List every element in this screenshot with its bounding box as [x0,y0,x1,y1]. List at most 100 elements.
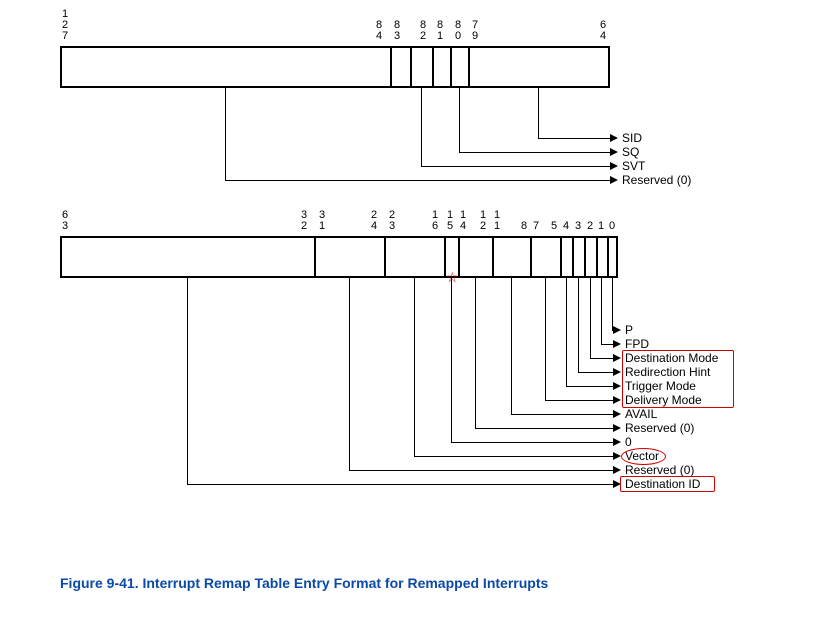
bit-label-82: 8 2 [420,20,426,42]
field-zero: 0 [625,435,632,449]
bit-label-4: 4 [563,221,569,232]
arrow-icon [613,340,621,348]
leader-ures-h [225,180,610,181]
star-icon: ☆ [446,270,459,284]
bit-label-84: 8 4 [376,20,382,42]
bit-label-80: 8 0 [455,20,461,42]
bit-label-31: 3 1 [319,210,325,232]
leader-sid-v [538,88,539,138]
leader-dv-v [545,278,546,400]
arrow-icon [610,148,618,156]
divider-upper-84-83 [390,46,392,88]
field-sq: SQ [622,145,639,159]
leader-tm-v [566,278,567,386]
leader-tm-h [566,386,613,387]
bit-label-64: 6 4 [600,20,606,42]
bit-label-16: 1 6 [432,210,438,232]
leader-svt-v [421,88,422,166]
field-fpd: FPD [625,337,649,351]
bit-label-81: 8 1 [437,20,443,42]
arrow-icon [613,438,621,446]
leader-dm-h [590,358,613,359]
highlight-circle-vector [621,448,666,465]
field-upper-reserved: Reserved (0) [622,173,691,187]
leader-dm-v [590,278,591,358]
leader-av-v [511,278,512,414]
arrow-icon [613,354,621,362]
arrow-icon [610,176,618,184]
divider-12-11 [492,236,494,278]
bit-label-7: 7 [533,221,539,232]
divider-5-4 [560,236,562,278]
arrow-icon [613,424,621,432]
divider-24-23 [384,236,386,278]
leader-did-v [187,278,188,484]
bit-label-14: 1 4 [460,210,466,232]
arrow-icon [613,452,621,460]
divider-upper-81-80 [450,46,452,88]
leader-zero-h [451,442,613,443]
bit-label-5: 5 [551,221,557,232]
field-p: P [625,323,633,337]
leader-p-v [612,278,613,330]
leader-av-h [511,414,613,415]
divider-1-0 [607,236,609,278]
bit-label-79: 7 9 [472,20,478,42]
field-avail: AVAIL [625,407,657,421]
divider-upper-82-81 [432,46,434,88]
bit-label-0: 0 [609,221,615,232]
arrow-icon [613,382,621,390]
leader-r1-h [475,428,613,429]
leader-rh-v [578,278,579,372]
bit-label-15: 1 5 [447,210,453,232]
leader-sq-h [459,152,610,153]
divider-3-2 [584,236,586,278]
bit-label-11: 1 1 [494,210,500,232]
leader-r2-h [349,470,613,471]
leader-sq-v [459,88,460,152]
leader-svt-h [421,166,610,167]
divider-8-7 [530,236,532,278]
bit-label-2: 2 [587,221,593,232]
leader-ures-v [225,88,226,180]
bit-label-24: 2 4 [371,210,377,232]
arrow-icon [610,134,618,142]
leader-zero-v [451,278,452,442]
arrow-icon [613,396,621,404]
leader-r1-v [475,278,476,428]
divider-2-1 [596,236,598,278]
bit-label-1: 1 [598,221,604,232]
divider-4-3 [572,236,574,278]
bit-label-23: 2 3 [389,210,395,232]
arrow-icon [610,162,618,170]
field-svt: SVT [622,159,645,173]
bit-label-8: 8 [521,221,527,232]
leader-sid-h [538,138,610,139]
arrow-icon [613,368,621,376]
arrow-icon [613,326,621,334]
bit-label-3: 3 [575,221,581,232]
divider-32-31 [314,236,316,278]
figure-root: { "caption": "Figure 9-41. Interrupt Rem… [0,0,827,619]
bit-label-83: 8 3 [394,20,400,42]
bit-label-32: 3 2 [301,210,307,232]
divider-upper-83-82 [410,46,412,88]
figure-caption: Figure 9-41. Interrupt Remap Table Entry… [60,575,548,591]
leader-rh-h [578,372,613,373]
leader-fpd-v [601,278,602,344]
field-sid: SID [622,131,642,145]
highlight-box-dest-id [620,476,715,492]
divider-upper-80-79 [468,46,470,88]
field-reserved1: Reserved (0) [625,421,694,435]
bit-label-12: 1 2 [480,210,486,232]
highlight-box-modes [622,350,734,408]
bit-label-63: 6 3 [62,210,68,232]
arrow-icon [613,466,621,474]
leader-vec-h [414,456,613,457]
lower-word-box [60,236,618,278]
leader-dv-h [545,400,613,401]
leader-fpd-h [601,344,613,345]
field-reserved2: Reserved (0) [625,463,694,477]
upper-word-box [60,46,610,88]
arrow-icon [613,410,621,418]
